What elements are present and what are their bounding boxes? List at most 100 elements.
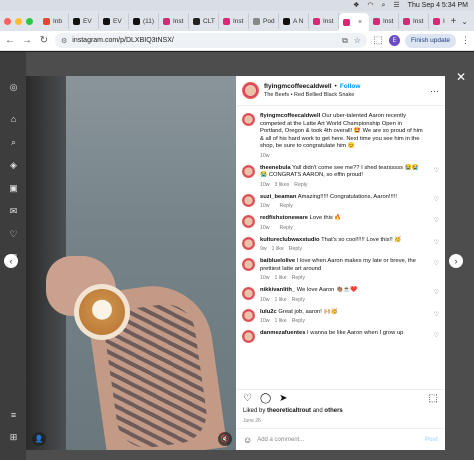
back-button[interactable]: ← — [4, 35, 16, 46]
zoom-window-button[interactable] — [26, 17, 33, 25]
wifi-icon[interactable]: ◠ — [367, 2, 373, 9]
likes-others[interactable]: others — [324, 408, 342, 414]
notifications-icon[interactable]: ♡ — [8, 229, 19, 240]
extensions-icon[interactable]: ⬚ — [372, 35, 384, 46]
author-username[interactable]: flyingmcoffeecaldwell — [264, 83, 332, 90]
apps-grid-icon[interactable]: ⊞ — [8, 432, 19, 443]
next-post-button[interactable]: › — [449, 254, 463, 268]
explore-icon[interactable]: ◈ — [8, 160, 19, 171]
comment-reply-button[interactable]: Reply — [294, 182, 307, 188]
more-menu-icon[interactable]: ≡ — [8, 410, 19, 421]
comment-likes[interactable]: 1 like — [272, 246, 284, 252]
comment-like-icon[interactable]: ♡ — [434, 332, 439, 339]
comments-list[interactable]: flyingmcoffeecaldwell Our uber-talented … — [236, 107, 445, 402]
reels-icon[interactable]: ▣ — [8, 183, 19, 194]
tab-3[interactable]: (11) — [129, 13, 159, 29]
comment-reply-button[interactable]: Reply — [289, 246, 302, 252]
comment-like-icon[interactable]: ♡ — [434, 239, 439, 246]
emoji-icon[interactable]: ☺ — [243, 435, 252, 445]
finish-update-button[interactable]: Finish update — [404, 33, 456, 48]
comment-like-icon[interactable]: ♡ — [434, 196, 439, 203]
address-bar[interactable]: ⚙ instagram.com/p/DLXBIQ3tNSX/ ⧉ ☆ — [55, 33, 367, 48]
comment-like-icon[interactable]: ♡ — [434, 289, 439, 296]
caption-username[interactable]: flyingmcoffeecaldwell — [260, 113, 320, 119]
commenter-username[interactable]: nikkivanlith_ — [260, 287, 295, 293]
comment-reply-button[interactable]: Reply — [280, 225, 293, 231]
comment-likes[interactable]: 1 like — [275, 318, 287, 324]
tab-5[interactable]: CLT — [189, 13, 219, 29]
post-comment-button[interactable]: Post — [425, 437, 438, 443]
site-info-icon[interactable]: ⚙ — [61, 37, 67, 45]
tab-6[interactable]: Inst — [219, 13, 249, 29]
home-icon[interactable]: ⌂ — [8, 114, 19, 125]
tab-4[interactable]: Inst — [159, 13, 189, 29]
close-post-icon[interactable]: ✕ — [456, 70, 466, 84]
dropbox-icon[interactable]: ❖ — [353, 2, 359, 9]
likes-user[interactable]: theoreticaltrout — [267, 408, 311, 414]
comment-like-icon[interactable]: ♡ — [434, 167, 439, 174]
commenter-avatar[interactable] — [242, 215, 255, 228]
caption-avatar[interactable] — [242, 113, 255, 126]
commenter-username[interactable]: theenebula — [260, 165, 291, 171]
comment-icon[interactable]: ◯ — [260, 393, 271, 404]
comment-reply-button[interactable]: Reply — [292, 297, 305, 303]
comment-likes[interactable]: 1 like — [275, 275, 287, 281]
audio-track[interactable]: The Beefs • Red Bellied Black Snake — [264, 92, 360, 98]
tab-search-icon[interactable]: ⌄ — [461, 17, 474, 26]
tab-2[interactable]: EV — [99, 13, 129, 29]
tab-13[interactable]: Inst — [429, 13, 445, 29]
commenter-avatar[interactable] — [242, 258, 255, 271]
comment-reply-button[interactable]: Reply — [292, 318, 305, 324]
comment-likes[interactable]: 1 like — [275, 297, 287, 303]
cast-icon[interactable]: ⧉ — [342, 36, 348, 46]
forward-button[interactable]: → — [21, 35, 33, 46]
comment-input[interactable]: Add a comment... — [257, 437, 304, 443]
minimize-window-button[interactable] — [15, 17, 22, 25]
tab-1[interactable]: EV — [69, 13, 99, 29]
comment-like-icon[interactable]: ♡ — [434, 311, 439, 318]
post-video[interactable]: 👤 🔇 — [26, 76, 236, 450]
commenter-username[interactable]: lulu2c — [260, 309, 277, 315]
tab-close-icon[interactable]: × — [358, 19, 362, 26]
tab-10[interactable]: × — [339, 13, 369, 31]
comment-reply-button[interactable]: Reply — [292, 275, 305, 281]
tagged-people-icon[interactable]: 👤 — [32, 432, 46, 446]
reload-button[interactable]: ↻ — [38, 35, 50, 46]
comment-reply-button[interactable]: Reply — [280, 203, 293, 209]
tab-0[interactable]: Inb — [39, 13, 69, 29]
bookmark-star-icon[interactable]: ☆ — [354, 36, 361, 46]
commenter-username[interactable]: danmezafuentes — [260, 330, 305, 336]
commenter-avatar[interactable] — [242, 287, 255, 300]
author-avatar[interactable] — [242, 82, 259, 99]
instagram-logo-icon[interactable]: ◎ — [8, 82, 19, 93]
commenter-avatar[interactable] — [242, 330, 255, 343]
commenter-avatar[interactable] — [242, 164, 255, 178]
like-icon[interactable]: ♡ — [243, 393, 252, 404]
new-tab-button[interactable]: + — [445, 16, 461, 27]
commenter-avatar[interactable] — [242, 308, 255, 322]
tab-11[interactable]: Inst — [369, 13, 399, 29]
control-center-icon[interactable]: ☰ — [393, 2, 399, 9]
commenter-avatar[interactable] — [242, 236, 255, 250]
comment-like-icon[interactable]: ♡ — [434, 217, 439, 224]
profile-avatar[interactable]: E — [388, 35, 400, 46]
tab-9[interactable]: Inst — [309, 13, 339, 29]
tab-12[interactable]: Inst — [399, 13, 429, 29]
commenter-username[interactable]: suzi_beaman — [260, 194, 296, 200]
commenter-username[interactable]: redfishstoneware — [260, 215, 308, 221]
menubar-datetime[interactable]: Thu Sep 4 5:34 PM — [408, 2, 468, 9]
browser-menu-icon[interactable]: ⋮ — [461, 35, 470, 46]
messages-icon[interactable]: ✉ — [8, 206, 19, 217]
comment-like-icon[interactable]: ♡ — [434, 260, 439, 267]
commenter-username[interactable]: baibluelolive — [260, 258, 295, 264]
share-icon[interactable]: ➤ — [279, 393, 287, 404]
commenter-avatar[interactable] — [242, 193, 255, 207]
tab-8[interactable]: A N — [279, 13, 309, 29]
follow-button[interactable]: Follow — [340, 83, 361, 90]
comment-likes[interactable]: 3 likes — [275, 182, 290, 188]
search-icon[interactable]: ⌕ — [8, 137, 19, 148]
tab-7[interactable]: Pod — [249, 13, 279, 29]
url-text[interactable]: instagram.com/p/DLXBIQ3tNSX/ — [72, 37, 174, 44]
commenter-username[interactable]: kultureclubwaxstudio — [260, 237, 320, 243]
search-icon[interactable]: ⌕ — [381, 2, 385, 9]
